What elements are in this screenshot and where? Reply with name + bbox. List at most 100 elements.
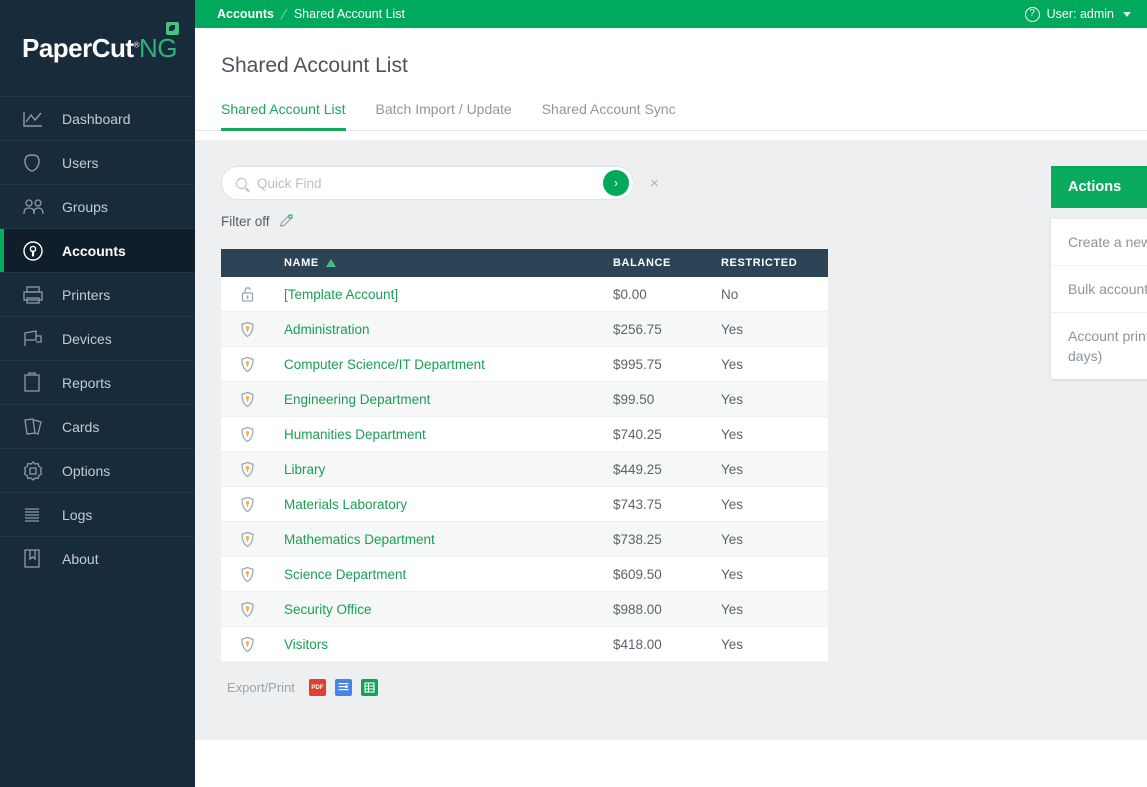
account-name-link[interactable]: Security Office	[273, 602, 599, 617]
topbar-right: ? User: admin	[1024, 6, 1131, 22]
shield-key-icon	[221, 391, 273, 408]
brand-logo[interactable]: PaperCut®NG	[0, 0, 195, 96]
breadcrumb-accounts[interactable]: Accounts	[217, 7, 274, 21]
user-menu-label[interactable]: User: admin	[1047, 7, 1114, 21]
help-circle-icon[interactable]: ?	[1024, 6, 1040, 22]
bookmark-book-icon	[22, 548, 48, 570]
cards-icon	[22, 416, 48, 438]
account-name-link[interactable]: Humanities Department	[273, 427, 599, 442]
account-restricted: Yes	[721, 496, 744, 512]
account-balance: $0.00	[613, 286, 647, 302]
tab-batch-import-update[interactable]: Batch Import / Update	[376, 101, 512, 131]
search-input[interactable]	[257, 175, 603, 191]
account-name-link[interactable]: Science Department	[273, 567, 599, 582]
table-header-name-label: NAME	[284, 257, 319, 269]
content-panel: › × Filter off NAME	[195, 140, 1147, 740]
page-title: Shared Account List	[221, 54, 408, 77]
table-row[interactable]: Security Office $988.00 Yes	[221, 592, 828, 627]
table-row[interactable]: Science Department $609.50 Yes	[221, 557, 828, 592]
sidebar-item-groups[interactable]: Groups	[0, 184, 195, 228]
sidebar-item-cards[interactable]: Cards	[0, 404, 195, 448]
shield-key-icon	[221, 531, 273, 548]
sidebar-item-label: Printers	[62, 286, 111, 303]
account-balance: $256.75	[613, 321, 662, 337]
account-name-link[interactable]: Administration	[273, 322, 599, 337]
search-clear-button[interactable]: ×	[650, 175, 659, 192]
search-box[interactable]: ›	[221, 166, 634, 200]
sidebar-item-reports[interactable]: Reports	[0, 360, 195, 404]
excel-export-icon[interactable]	[360, 679, 378, 696]
table-row[interactable]: Humanities Department $740.25 Yes	[221, 417, 828, 452]
tab-shared-account-sync[interactable]: Shared Account Sync	[542, 101, 676, 131]
tab-bar: Shared Account List Batch Import / Updat…	[195, 100, 1147, 131]
account-name-link[interactable]: Engineering Department	[273, 392, 599, 407]
account-name-link[interactable]: Materials Laboratory	[273, 497, 599, 512]
menu-item-account-print-summary[interactable]: Account print summary (Last 30 days) PDF	[1051, 313, 1147, 379]
menu-item-create-account[interactable]: Create a new account...	[1051, 219, 1147, 266]
account-name-link[interactable]: Visitors	[273, 637, 599, 652]
menu-item-label: Create a new account...	[1068, 234, 1147, 250]
account-name-link[interactable]: Library	[273, 462, 599, 477]
sidebar-item-users[interactable]: Users	[0, 140, 195, 184]
tab-shared-account-list[interactable]: Shared Account List	[221, 101, 346, 131]
sidebar-item-label: Cards	[62, 418, 100, 435]
account-restricted: Yes	[721, 531, 744, 547]
account-restricted: Yes	[721, 566, 744, 582]
sidebar-item-options[interactable]: Options	[0, 448, 195, 492]
table-row[interactable]: Engineering Department $99.50 Yes	[221, 382, 828, 417]
brand-logo-text: PaperCut®NG	[22, 21, 179, 64]
leaf-icon	[165, 21, 179, 35]
table-header-balance[interactable]: BALANCE	[599, 257, 709, 269]
shield-key-icon	[221, 566, 273, 583]
shield-key-icon	[221, 356, 273, 373]
search-submit-button[interactable]: ›	[603, 170, 629, 196]
actions-button[interactable]: Actions •••	[1051, 166, 1147, 208]
table-header-restricted[interactable]: RESTRICTED	[709, 257, 828, 269]
table-header-row: NAME BALANCE RESTRICTED	[221, 249, 828, 277]
shield-key-icon	[221, 496, 273, 513]
account-balance: $740.25	[613, 426, 662, 442]
sidebar-item-devices[interactable]: Devices	[0, 316, 195, 360]
account-restricted: Yes	[721, 636, 744, 652]
sidebar-item-label: Users	[62, 154, 99, 171]
sidebar-item-printers[interactable]: Printers	[0, 272, 195, 316]
account-balance: $738.25	[613, 531, 662, 547]
chevron-down-icon[interactable]	[1123, 11, 1131, 17]
lines-icon	[22, 504, 48, 526]
sidebar-item-about[interactable]: About	[0, 536, 195, 580]
sidebar-item-logs[interactable]: Logs	[0, 492, 195, 536]
account-name-link[interactable]: [Template Account]	[273, 287, 599, 302]
sidebar-item-dashboard[interactable]: Dashboard	[0, 96, 195, 140]
account-restricted: Yes	[721, 391, 744, 407]
table-row[interactable]: Materials Laboratory $743.75 Yes	[221, 487, 828, 522]
menu-item-bulk-account-actions[interactable]: Bulk account actions...	[1051, 266, 1147, 313]
shield-key-icon	[221, 426, 273, 443]
account-name-link[interactable]: Computer Science/IT Department	[273, 357, 599, 372]
menu-item-label: Account print summary (Last 30 days)	[1068, 328, 1147, 364]
table-row[interactable]: [Template Account] $0.00 No	[221, 277, 828, 312]
table-row[interactable]: Library $449.25 Yes	[221, 452, 828, 487]
breadcrumb-shared-account-list[interactable]: Shared Account List	[294, 7, 405, 21]
gear-icon	[22, 460, 48, 482]
account-name-link[interactable]: Mathematics Department	[273, 532, 599, 547]
table-row[interactable]: Administration $256.75 Yes	[221, 312, 828, 347]
unlocked-padlock-icon	[221, 286, 273, 303]
pencil-icon[interactable]	[278, 213, 294, 229]
account-restricted: Yes	[721, 601, 744, 617]
pdf-export-icon[interactable]: PDF	[308, 679, 326, 696]
table-row[interactable]: Mathematics Department $738.25 Yes	[221, 522, 828, 557]
doc-export-icon[interactable]	[334, 679, 352, 696]
shield-key-icon	[221, 321, 273, 338]
table-header-name[interactable]: NAME	[273, 257, 599, 269]
sidebar-item-accounts[interactable]: Accounts	[0, 228, 195, 272]
table-row[interactable]: Computer Science/IT Department $995.75 Y…	[221, 347, 828, 382]
clipboard-icon	[22, 372, 48, 394]
filter-row: Filter off	[221, 213, 1121, 229]
table-row[interactable]: Visitors $418.00 Yes	[221, 627, 828, 662]
export-print-label: Export/Print	[227, 680, 295, 695]
filter-status-label: Filter off	[221, 213, 270, 229]
account-restricted: Yes	[721, 426, 744, 442]
shield-key-icon	[221, 636, 273, 653]
search-row: › ×	[221, 166, 1121, 200]
actions-dropdown-menu: Create a new account... Bulk account act…	[1051, 219, 1147, 379]
